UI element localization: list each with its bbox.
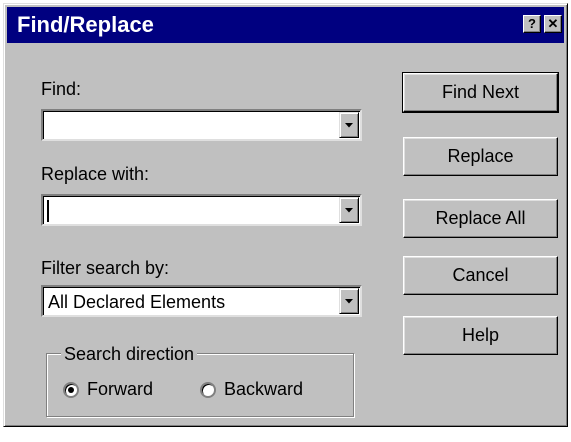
chevron-down-icon <box>345 208 353 213</box>
chevron-down-icon <box>345 299 353 304</box>
replace-with-dropdown-button[interactable] <box>339 197 359 223</box>
replace-button[interactable]: Replace <box>403 137 558 176</box>
cancel-button[interactable]: Cancel <box>403 256 558 295</box>
replace-all-button[interactable]: Replace All <box>403 199 558 238</box>
find-next-label: Find Next <box>441 82 520 102</box>
close-button[interactable]: ✕ <box>544 15 562 33</box>
replace-button-label: Replace <box>447 146 514 166</box>
help-title-button[interactable]: ? <box>523 15 541 33</box>
replace-with-label: Replace with: <box>41 164 150 184</box>
find-replace-dialog: Find/Replace ? ✕ Find: Replace with: Fil… <box>3 3 568 427</box>
title-bar: Find/Replace ? ✕ <box>7 7 564 43</box>
filter-search-label: Filter search by: <box>41 258 170 278</box>
dialog-title: Find/Replace <box>17 12 154 37</box>
text-caret <box>47 200 49 222</box>
backward-label[interactable]: Backward <box>224 378 303 400</box>
find-label: Find: <box>41 79 82 99</box>
cancel-label: Cancel <box>452 265 509 285</box>
replace-all-label: Replace All <box>435 208 526 228</box>
find-combobox[interactable] <box>41 109 362 141</box>
filter-search-select[interactable]: All Declared Elements <box>41 285 362 317</box>
radio-selected-dot <box>68 387 74 393</box>
help-button[interactable]: Help <box>403 316 558 355</box>
find-next-button[interactable]: Find Next <box>402 72 559 113</box>
help-label: Help <box>461 325 500 345</box>
forward-radio[interactable] <box>63 382 79 398</box>
find-dropdown-button[interactable] <box>339 112 359 138</box>
forward-label[interactable]: Forward <box>87 378 153 400</box>
filter-search-dropdown-button[interactable] <box>339 288 359 314</box>
replace-with-combobox[interactable] <box>41 194 362 226</box>
search-direction-title: Search direction <box>61 343 198 365</box>
filter-search-value: All Declared Elements <box>48 292 226 312</box>
chevron-down-icon <box>345 123 353 128</box>
backward-radio[interactable] <box>200 382 216 398</box>
